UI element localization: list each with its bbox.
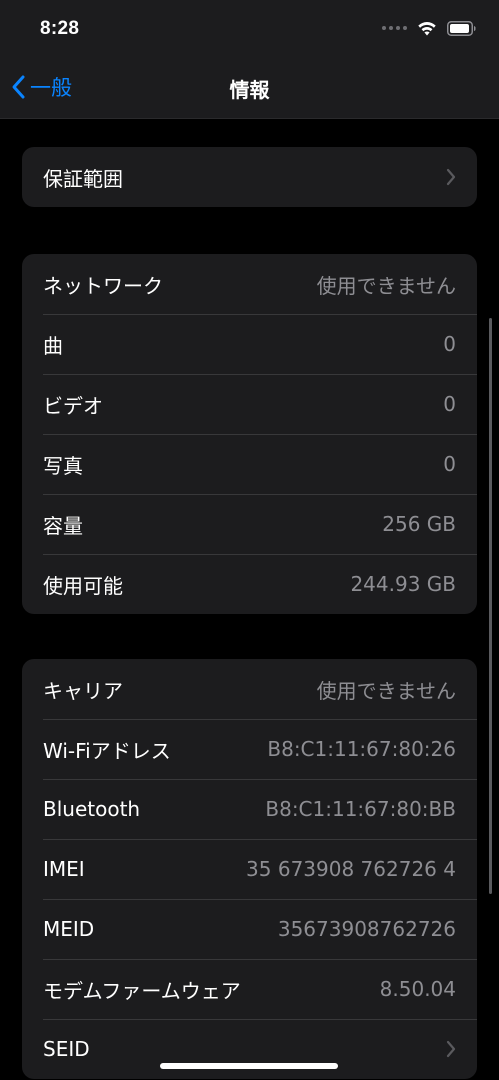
- imei-label: IMEI: [43, 857, 85, 881]
- cellular-signal-icon: [382, 26, 407, 30]
- capacity-value: 256 GB: [382, 512, 456, 536]
- songs-value: 0: [443, 332, 456, 356]
- chevron-right-icon: [446, 1040, 456, 1058]
- photos-value: 0: [443, 452, 456, 476]
- videos-label: ビデオ: [43, 393, 103, 418]
- photos-label: 写真: [43, 453, 83, 478]
- carrier-label: キャリア: [43, 678, 123, 703]
- wifi-address-value: B8:C1:11:67:80:26: [267, 737, 456, 761]
- home-indicator[interactable]: [160, 1063, 338, 1069]
- songs-row: 曲 0: [22, 314, 477, 374]
- bluetooth-value: B8:C1:11:67:80:BB: [265, 797, 456, 821]
- wifi-address-label: Wi-Fiアドレス: [43, 738, 171, 763]
- seid-label: SEID: [43, 1037, 90, 1061]
- videos-row: ビデオ 0: [22, 374, 477, 434]
- imei-row: IMEI 35 673908 762726 4: [22, 839, 477, 899]
- capacity-row: 容量 256 GB: [22, 494, 477, 554]
- page-title: 情報: [229, 78, 270, 102]
- chevron-right-icon: [446, 168, 456, 186]
- videos-value: 0: [443, 392, 456, 416]
- wifi-icon: [418, 22, 436, 36]
- meid-value: 35673908762726: [277, 917, 456, 941]
- modem-firmware-row: モデムファームウェア 8.50.04: [22, 959, 477, 1019]
- bluetooth-row: Bluetooth B8:C1:11:67:80:BB: [22, 779, 477, 839]
- carrier-value: 使用できません: [316, 678, 456, 703]
- scroll-indicator[interactable]: [489, 318, 492, 894]
- network-row: ネットワーク 使用できません: [22, 254, 477, 314]
- songs-label: 曲: [43, 333, 63, 358]
- seid-row[interactable]: SEID: [22, 1019, 477, 1079]
- bluetooth-label: Bluetooth: [43, 797, 141, 821]
- network-label: ネットワーク: [43, 273, 163, 298]
- network-value: 使用できません: [316, 273, 456, 298]
- imei-value: 35 673908 762726 4: [246, 857, 456, 881]
- wifi-address-row: Wi-Fiアドレス B8:C1:11:67:80:26: [22, 719, 477, 779]
- status-time: 8:28: [40, 18, 80, 39]
- photos-row: 写真 0: [22, 434, 477, 494]
- available-value: 244.93 GB: [350, 572, 456, 596]
- modem-firmware-label: モデムファームウェア: [43, 978, 241, 1003]
- media-info-group: ネットワーク 使用できません 曲 0 ビデオ 0 写真 0 容量 256 GB …: [22, 254, 477, 614]
- warranty-row[interactable]: 保証範囲: [22, 147, 477, 207]
- warranty-label: 保証範囲: [43, 166, 123, 191]
- meid-label: MEID: [43, 917, 95, 941]
- device-info-group: キャリア 使用できません Wi-Fiアドレス B8:C1:11:67:80:26…: [22, 659, 477, 1079]
- available-label: 使用可能: [43, 573, 123, 598]
- available-row: 使用可能 244.93 GB: [22, 554, 477, 614]
- modem-firmware-value: 8.50.04: [379, 977, 456, 1001]
- battery-icon: [447, 20, 476, 36]
- warranty-group: 保証範囲: [22, 147, 477, 207]
- carrier-row: キャリア 使用できません: [22, 659, 477, 719]
- meid-row: MEID 35673908762726: [22, 899, 477, 959]
- navigation-header: 8:28 一般 情報: [0, 0, 499, 119]
- capacity-label: 容量: [43, 513, 83, 538]
- status-indicators: [382, 20, 477, 36]
